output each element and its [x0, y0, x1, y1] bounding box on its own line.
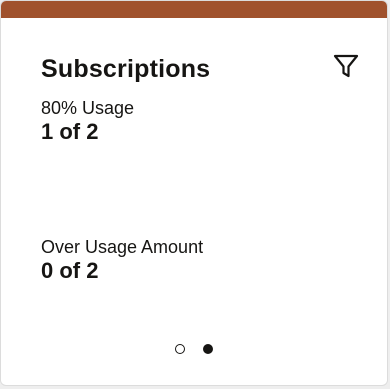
filter-icon — [331, 51, 361, 81]
pagination-dots — [1, 344, 387, 354]
card-accent-bar — [1, 1, 387, 18]
page-dot-2[interactable] — [203, 344, 213, 354]
filter-button[interactable] — [331, 51, 361, 81]
metric-over-usage-label: Over Usage Amount — [41, 237, 204, 257]
metric-usage: 80% Usage 1 of 2 — [41, 97, 134, 145]
metric-usage-value: 1 of 2 — [41, 119, 99, 144]
metric-over-usage-value: 0 of 2 — [41, 258, 99, 283]
metric-usage-label: 80% Usage — [41, 98, 135, 118]
metric-over-usage: Over Usage Amount 0 of 2 — [41, 236, 203, 284]
card-title: Subscriptions — [41, 55, 211, 83]
page-dot-1[interactable] — [175, 344, 185, 354]
subscriptions-card: Subscriptions 80% Usage 1 of 2 Over Usag… — [0, 0, 388, 386]
